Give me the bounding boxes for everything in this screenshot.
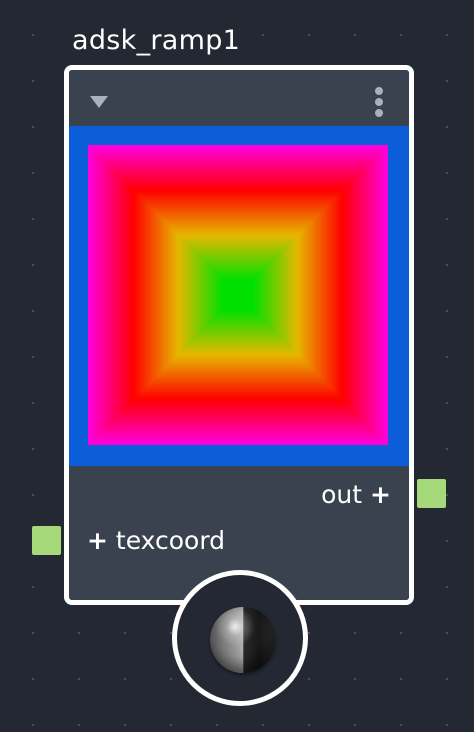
menu-dot [375, 109, 383, 117]
node-title: adsk_ramp1 [72, 25, 241, 56]
output-port-socket[interactable] [417, 479, 446, 508]
ramp-preview [69, 126, 409, 466]
collapse-triangle-icon[interactable] [90, 96, 108, 108]
output-port-label: out [321, 480, 363, 509]
menu-dot [375, 87, 383, 95]
input-port-socket[interactable] [32, 526, 61, 555]
ramp-node[interactable]: out + + texcoord [64, 65, 414, 605]
plus-icon[interactable]: + [370, 480, 391, 510]
ramp-band [222, 279, 254, 311]
material-preview-ring[interactable] [172, 570, 308, 706]
plus-icon[interactable]: + [87, 526, 108, 556]
output-port-out[interactable]: out + [321, 480, 391, 510]
menu-dot [375, 98, 383, 106]
shader-ball-icon [210, 607, 276, 673]
node-header[interactable] [69, 70, 409, 126]
input-port-texcoord[interactable]: + texcoord [87, 526, 225, 556]
node-graph-canvas[interactable]: adsk_ramp1 out + + texcoord [0, 0, 474, 732]
node-menu-icon[interactable] [372, 87, 386, 117]
input-port-label: texcoord [115, 526, 226, 555]
ramp-swatch [88, 145, 388, 445]
